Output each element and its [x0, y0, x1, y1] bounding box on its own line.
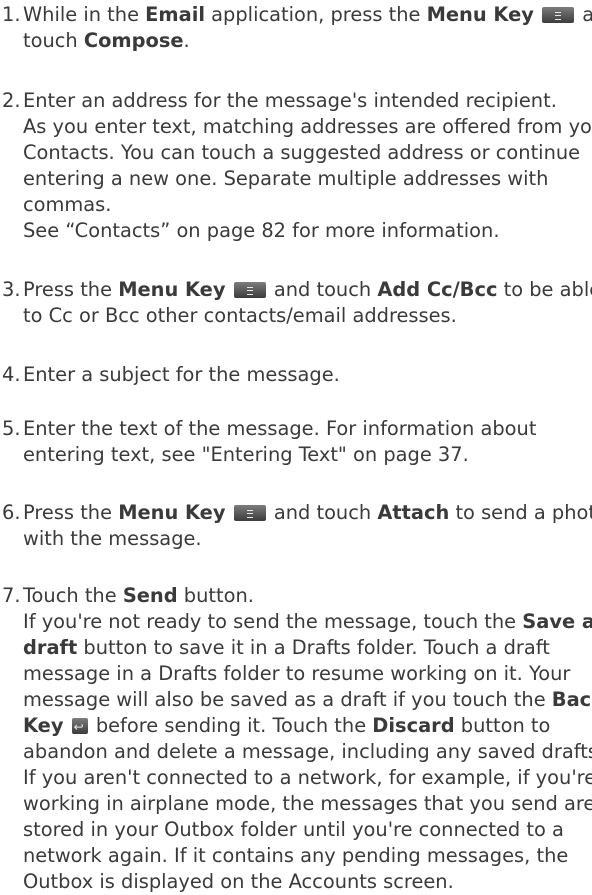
text-run: entering text, see "Entering Text" on pa…: [23, 443, 469, 466]
step-number: 7.: [2, 584, 21, 607]
step-number: 3.: [2, 278, 21, 301]
text-line: stored in your Outbox folder until you'r…: [23, 817, 592, 843]
text-run: .: [183, 29, 190, 52]
text-run: button.: [177, 584, 254, 607]
text-run: See “Contacts” on page 82 for more infor…: [23, 219, 500, 242]
bold-term: Compose: [83, 29, 184, 52]
text-line: message in a Drafts folder to resume wor…: [23, 661, 592, 687]
text-run: to Cc or Bcc other contacts/email addres…: [23, 304, 457, 327]
step-number: 2.: [2, 89, 21, 112]
step-text: Enter the text of the message. For infor…: [23, 416, 592, 468]
text-line: entering a new one. Separate multiple ad…: [23, 166, 592, 192]
text-run: with the message.: [23, 527, 202, 550]
text-run: to be able: [497, 278, 592, 301]
bold-term: Menu Key: [118, 501, 226, 524]
menu-key-icon: [542, 7, 575, 23]
text-run: If you aren't connected to a network, fo…: [23, 766, 592, 789]
text-line: Enter a subject for the message.: [23, 362, 592, 388]
text-run: [63, 714, 69, 737]
text-line: entering text, see "Entering Text" on pa…: [23, 442, 592, 468]
text-run: While in the: [23, 3, 146, 26]
text-line: message will also be saved as a draft if…: [23, 687, 592, 713]
text-line: Press the Menu Key and touch Add Cc/Bcc …: [23, 277, 592, 303]
bold-term: Menu Key: [118, 278, 226, 301]
text-line: Outbox is displayed on the Accounts scre…: [23, 869, 592, 895]
text-run: button to: [454, 714, 551, 737]
bold-term: Email: [145, 3, 206, 26]
text-run: button to save it in a Drafts folder. To…: [77, 636, 550, 659]
bold-term: Send: [122, 584, 178, 607]
text-run: Outbox is displayed on the Accounts scre…: [23, 870, 454, 893]
step-text: While in the Email application, press th…: [23, 2, 592, 54]
text-run: If you're not ready to send the message,…: [23, 610, 523, 633]
step-text: Touch the Send button. If you're not read…: [23, 583, 592, 895]
text-run: Enter a subject for the message.: [23, 363, 340, 386]
text-run: Press the: [23, 501, 119, 524]
text-run: [225, 501, 231, 524]
text-line: See “Contacts” on page 82 for more infor…: [23, 218, 592, 244]
text-line: working in airplane mode, the messages t…: [23, 791, 592, 817]
bold-term: Menu Key: [426, 3, 534, 26]
text-run: Press the: [23, 278, 119, 301]
step-number: 4.: [2, 363, 21, 386]
text-run: and: [582, 3, 592, 26]
text-run: before sending it. Touch the: [89, 714, 373, 737]
menu-key-icon: [233, 505, 266, 521]
text-run: Contacts. You can touch a suggested addr…: [23, 141, 581, 164]
text-line: abandon and delete a message, including …: [23, 739, 592, 765]
text-line: draft button to save it in a Drafts fold…: [23, 635, 592, 661]
text-line: Enter the text of the message. For infor…: [23, 416, 592, 442]
text-line: If you're not ready to send the message,…: [23, 609, 592, 635]
text-line: to Cc or Bcc other contacts/email addres…: [23, 303, 592, 329]
text-run: stored in your Outbox folder until you'r…: [23, 818, 564, 841]
text-line: While in the Email application, press th…: [23, 2, 592, 28]
text-run: and touch: [267, 501, 378, 524]
text-line: As you enter text, matching addresses ar…: [23, 114, 592, 140]
bold-term: Add Cc/Bcc: [377, 278, 498, 301]
text-run: working in airplane mode, the messages t…: [23, 792, 592, 815]
bold-term: draft: [23, 636, 78, 659]
text-run: commas.: [23, 193, 112, 216]
text-line: commas.: [23, 192, 592, 218]
step-text: Press the Menu Key and touch Add Cc/Bcc …: [23, 277, 592, 329]
text-run: network again. If it contains any pendin…: [23, 844, 569, 867]
bold-term: Attach: [377, 501, 450, 524]
step-text: Enter a subject for the message.: [23, 362, 592, 388]
step-text: Enter an address for the message's inten…: [23, 88, 592, 244]
text-line: with the message.: [23, 526, 592, 552]
text-run: [225, 278, 231, 301]
text-run: entering a new one. Separate multiple ad…: [23, 167, 549, 190]
text-line: If you aren't connected to a network, fo…: [23, 765, 592, 791]
back-key-icon: [71, 714, 88, 740]
text-run: abandon and delete a message, including …: [23, 740, 592, 763]
menu-key-icon: [233, 282, 266, 298]
text-run: message in a Drafts folder to resume wor…: [23, 662, 571, 685]
text-run: to send a photo: [449, 501, 592, 524]
text-line: network again. If it contains any pendin…: [23, 843, 592, 869]
text-run: Enter the text of the message. For infor…: [23, 417, 537, 440]
text-line: Key before sending it. Touch the Discard…: [23, 713, 592, 740]
text-run: message will also be saved as a draft if…: [23, 688, 552, 711]
text-run: Touch the: [23, 584, 123, 607]
step-number: 5.: [2, 417, 21, 440]
text-run: Enter an address for the message's inten…: [23, 89, 557, 112]
bold-term: Save as: [522, 610, 592, 633]
text-run: application, press the: [205, 3, 427, 26]
text-run: touch: [23, 29, 84, 52]
text-line: Press the Menu Key and touch Attach to s…: [23, 500, 592, 526]
text-line: Enter an address for the message's inten…: [23, 88, 592, 114]
text-line: Contacts. You can touch a suggested addr…: [23, 140, 592, 166]
bold-term: Back: [551, 688, 592, 711]
bold-term: Discard: [372, 714, 455, 737]
text-run: [534, 3, 540, 26]
bold-term: Key: [23, 714, 64, 737]
text-line: touch Compose.: [23, 28, 592, 54]
step-number: 6.: [2, 501, 21, 524]
text-run: As you enter text, matching addresses ar…: [23, 115, 592, 138]
text-run: and touch: [267, 278, 378, 301]
step-text: Press the Menu Key and touch Attach to s…: [23, 500, 592, 552]
step-number: 1.: [2, 3, 21, 26]
text-line: Touch the Send button.: [23, 583, 592, 609]
